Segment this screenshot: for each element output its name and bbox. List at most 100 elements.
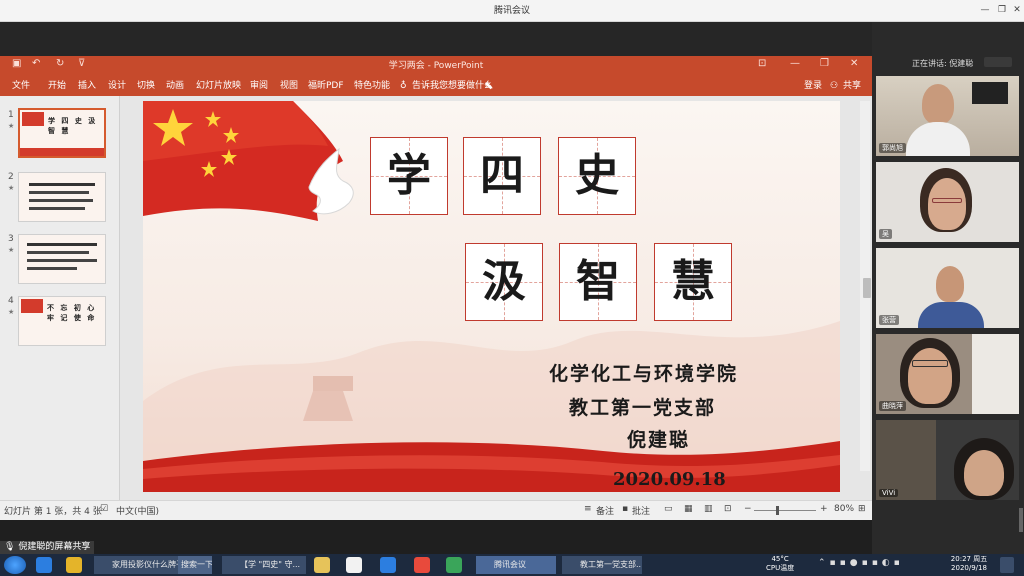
red-ribbon-graphic — [143, 441, 840, 492]
save-icon[interactable]: ▣ — [12, 58, 21, 69]
slide-count: 幻灯片 第 1 张，共 4 张 — [4, 507, 102, 517]
participant-video-2[interactable]: 吴 — [876, 162, 1019, 242]
slide-thumbnail-4[interactable]: 不 忘 初 心 牢 记 使 命 — [18, 296, 106, 346]
zoom-out-button[interactable]: − — [744, 504, 752, 514]
menu-design[interactable]: 设计 — [108, 76, 126, 96]
shared-screen-bottom-border — [0, 520, 872, 554]
taskbar-ppt[interactable]: 教工第一党支部... — [562, 556, 642, 574]
clock-time: 20:27 周五 — [950, 555, 988, 563]
participant-video-5[interactable]: ViVi — [876, 420, 1019, 500]
taskbar-meeting-label: 腾讯会议 — [494, 560, 526, 569]
slide-thumbnail-3[interactable] — [18, 234, 106, 284]
participant-video-4[interactable]: 曲晓萍 — [876, 334, 1019, 414]
app-icon[interactable] — [66, 557, 82, 573]
present-icon[interactable]: ⊽ — [78, 58, 85, 69]
thumb-number-4: 4 — [8, 296, 14, 306]
cpu-temp-label: CPU温度 — [766, 564, 795, 572]
title-char-box: 慧 — [654, 243, 732, 321]
menu-special[interactable]: 特色功能 — [354, 76, 390, 96]
normal-view-icon[interactable]: ▭ — [664, 504, 673, 514]
taskbar-search[interactable]: 搜索一下 — [178, 556, 212, 574]
participant-video-3[interactable]: 张营 — [876, 248, 1019, 328]
notes-button[interactable]: 备注 — [596, 504, 614, 517]
menu-transitions[interactable]: 切换 — [137, 76, 155, 96]
participant-name: 郭尚旭 — [879, 143, 906, 153]
maximize-button[interactable]: ❐ — [995, 3, 1009, 17]
panel-toggle-icon[interactable] — [984, 57, 1012, 67]
thumbnail-1-text: 学 四 史 汲 智 慧 — [48, 116, 98, 135]
taskbar-tencent-meeting[interactable]: 腾讯会议 — [476, 556, 556, 574]
title-char-box: 四 — [463, 137, 541, 215]
participant-video-1[interactable]: 郭尚旭 — [876, 76, 1019, 156]
reading-view-icon[interactable]: ▥ — [704, 504, 713, 514]
taskbar-doc-label: 【学 "四史" 守... — [240, 560, 301, 569]
notepad-icon[interactable] — [346, 557, 362, 573]
taskbar-clock[interactable]: 20:27 周五 2020/9/18 — [944, 555, 994, 573]
menu-view[interactable]: 视图 — [280, 76, 298, 96]
share-button[interactable]: 共享 — [843, 76, 861, 96]
spellcheck-icon[interactable]: ☑ — [100, 504, 108, 514]
slide-canvas[interactable]: 学 四 史 汲 智 慧 化学化工与环境学院 教工第一党支部 倪建聪 2020.0… — [143, 101, 840, 492]
clock-date: 2020/9/18 — [951, 564, 987, 572]
menu-review[interactable]: 审阅 — [250, 76, 268, 96]
comments-icon: ▪ — [622, 504, 629, 514]
zoom-slider-thumb[interactable] — [776, 506, 779, 515]
slide-sorter-icon[interactable]: ▦ — [684, 504, 693, 514]
menu-file[interactable]: 文件 — [12, 76, 30, 96]
ie-icon[interactable] — [380, 557, 396, 573]
ppt-close-icon[interactable]: ✕ — [850, 58, 858, 69]
thumb-number-3: 3 — [8, 234, 14, 244]
tell-me-search[interactable]: 告诉我您想要做什么 — [412, 76, 493, 96]
meeting-window-title: 腾讯会议 — [493, 6, 530, 16]
star-icon: ★ — [8, 184, 15, 192]
title-char-box: 史 — [558, 137, 636, 215]
menu-insert[interactable]: 插入 — [78, 76, 96, 96]
ie-icon[interactable] — [36, 557, 52, 573]
taskbar-browser[interactable]: 家用投影仪什么牌子好 — [94, 556, 178, 574]
screen-share-indicator: 🎙 倪建聪的屏幕共享 — [0, 541, 95, 554]
comments-button[interactable]: 批注 — [632, 504, 650, 517]
zoom-slider[interactable] — [754, 510, 816, 511]
zoom-in-button[interactable]: + — [820, 504, 828, 514]
tray-icons[interactable]: ⌃▪▪●▪▪◐▪ — [818, 558, 904, 568]
slide-thumbnail-2[interactable] — [18, 172, 106, 222]
panel-scrollbar[interactable] — [1019, 508, 1023, 532]
start-button[interactable] — [4, 556, 26, 574]
title-char-box: 智 — [559, 243, 637, 321]
notes-icon: ≡ — [584, 504, 592, 514]
close-button[interactable]: ✕ — [1010, 3, 1024, 17]
zoom-level[interactable]: 80% — [834, 504, 854, 514]
redo-icon[interactable]: ↻ — [56, 58, 64, 69]
thumbnail-4-text: 不 忘 初 心 牢 记 使 命 — [47, 303, 97, 322]
slide-thumbnail-1[interactable]: 学 四 史 汲 智 慧 — [18, 108, 106, 158]
menu-animations[interactable]: 动画 — [166, 76, 184, 96]
undo-icon[interactable]: ↶ — [32, 58, 40, 69]
folder-icon[interactable] — [314, 557, 330, 573]
mouse-cursor-icon: ⬉ — [484, 79, 494, 92]
user-icon: ⚇ — [830, 81, 839, 91]
title-char: 智 — [576, 256, 620, 307]
lightbulb-icon: ♁ — [400, 81, 407, 91]
taskbar-doc[interactable]: 【学 "四史" 守... — [222, 556, 306, 574]
taskbar-ppt-label: 教工第一党支部... — [580, 560, 642, 569]
title-char: 汲 — [482, 256, 526, 307]
shared-screen-top-border — [0, 22, 872, 56]
ppt-minimize-icon[interactable]: — — [790, 58, 800, 69]
panel-collapse-handle[interactable] — [863, 278, 871, 298]
menu-home[interactable]: 开始 — [48, 76, 66, 96]
cpu-temp: 45°C CPU温度 — [766, 555, 794, 573]
fit-slide-icon[interactable]: ⊞ — [858, 504, 866, 514]
menu-slideshow[interactable]: 幻灯片放映 — [196, 76, 241, 96]
slideshow-view-icon[interactable]: ⊡ — [724, 504, 732, 514]
language-indicator[interactable]: 中文(中国) — [116, 504, 159, 517]
chrome-icon[interactable] — [414, 557, 430, 573]
slide-org-line-2: 教工第一党支部 — [569, 397, 717, 419]
ppt-restore-icon[interactable]: ❐ — [820, 58, 829, 69]
login-link[interactable]: 登录 — [804, 76, 822, 96]
menu-foxit-pdf[interactable]: 福昕PDF — [308, 76, 344, 96]
minimize-button[interactable]: — — [978, 3, 992, 17]
notification-icon[interactable] — [1000, 557, 1014, 573]
player-icon[interactable] — [446, 557, 462, 573]
ribbon-options-icon[interactable]: ⊡ — [758, 58, 766, 69]
ppt-window-title: 学习两会 - PowerPoint — [388, 61, 484, 71]
